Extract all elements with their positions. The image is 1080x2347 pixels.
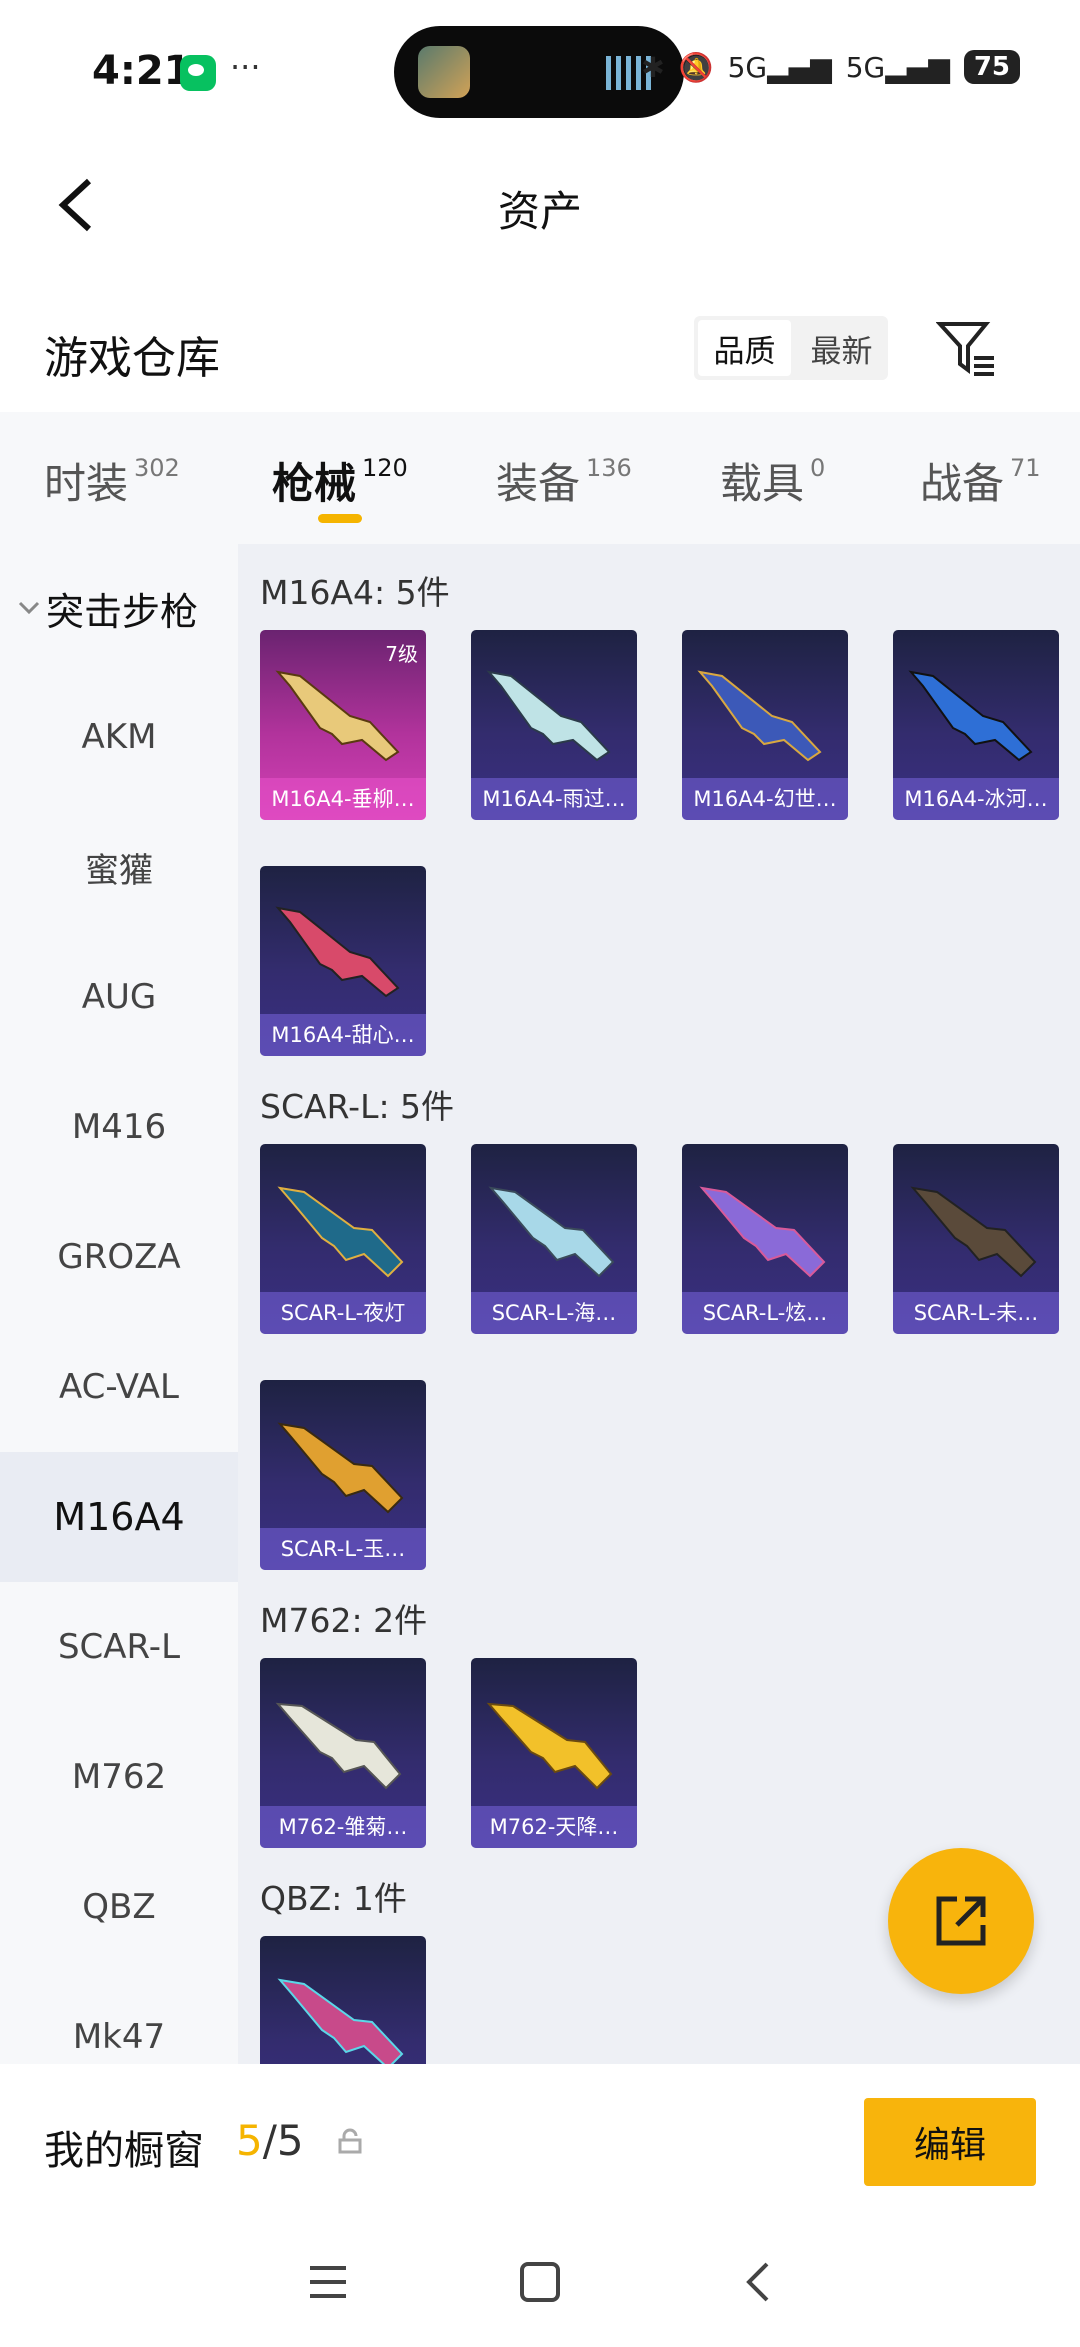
- more-notifications-icon: ···: [230, 48, 261, 86]
- weapon-side-nav: 突击步枪 AKM 蜜獾 AUG M416 GROZA AC-VAL M16A4 …: [0, 544, 238, 2064]
- weapon-card[interactable]: 7级 M16A4-垂柳…: [260, 630, 426, 820]
- signal-icon-2: 5G▂▄▆: [845, 50, 950, 84]
- weapon-name: M16A4-垂柳…: [260, 778, 426, 820]
- tab-equipment[interactable]: 装备 136: [496, 450, 632, 511]
- edit-button[interactable]: 编辑: [864, 2098, 1036, 2186]
- share-button[interactable]: [888, 1848, 1034, 1994]
- showcase-title: 我的橱窗: [44, 2128, 204, 2174]
- weapon-card[interactable]: M16A4-雨过…: [471, 630, 637, 820]
- menu-button[interactable]: [300, 2254, 356, 2310]
- rifle-icon: [486, 670, 611, 762]
- weapon-name: SCAR-L-未…: [893, 1292, 1059, 1334]
- weapon-name: SCAR-L-夜灯: [260, 1292, 426, 1334]
- menu-icon: [310, 2266, 346, 2298]
- showcase-count: 5/5: [236, 2116, 304, 2165]
- chevron-down-icon: [18, 601, 40, 615]
- side-item-m762[interactable]: M762: [0, 1712, 238, 1842]
- system-back-button[interactable]: [730, 2254, 786, 2310]
- sort-quality-button[interactable]: 品质: [698, 320, 791, 376]
- weapon-card[interactable]: M16A4-甜心…: [260, 866, 426, 1056]
- app-header: 资产: [0, 150, 1080, 260]
- side-item-scar-l[interactable]: SCAR-L: [0, 1582, 238, 1712]
- side-item-m416[interactable]: M416: [0, 1062, 238, 1192]
- tab-vehicles[interactable]: 载具 0: [720, 450, 825, 511]
- status-time: 4:21: [92, 48, 192, 94]
- active-tab-indicator: [318, 514, 362, 523]
- side-item-qbz[interactable]: QBZ: [0, 1842, 238, 1972]
- side-item-honey-badger[interactable]: 蜜獾: [0, 802, 238, 932]
- rifle-icon: [910, 1186, 1037, 1278]
- filter-button[interactable]: [935, 318, 998, 380]
- rifle-icon: [277, 1422, 404, 1514]
- section-title-m16a4: M16A4: 5件: [260, 573, 450, 612]
- system-nav-bar: [0, 2218, 1080, 2347]
- tab-fashion[interactable]: 时装 302: [44, 450, 180, 511]
- tab-supplies[interactable]: 战备 71: [920, 450, 1041, 511]
- signal-icon: 5G▂▄▆: [727, 50, 832, 84]
- sort-latest-button[interactable]: 最新: [795, 316, 888, 380]
- weapon-name: SCAR-L-海…: [471, 1292, 637, 1334]
- weapon-name: M16A4-雨过…: [471, 778, 637, 820]
- sort-toggle: 品质 最新: [694, 316, 888, 380]
- filter-icon: [935, 322, 994, 376]
- side-item-m16a4[interactable]: M16A4: [0, 1452, 238, 1582]
- section-title-scar-l: SCAR-L: 5件: [260, 1087, 455, 1126]
- weapon-card[interactable]: SCAR-L-炫…: [682, 1144, 848, 1334]
- weapon-card[interactable]: [260, 1936, 426, 2064]
- media-thumbnail: [418, 46, 470, 98]
- weapon-card[interactable]: SCAR-L-海…: [471, 1144, 637, 1334]
- wechat-notification-icon: [180, 55, 216, 91]
- rifle-icon: [275, 1702, 402, 1790]
- status-bar: 4:21 ··· ✱ 🔕 5G▂▄▆ 5G▂▄▆ 75: [0, 0, 1080, 140]
- battery-icon: 75: [963, 50, 1020, 84]
- side-item-groza[interactable]: GROZA: [0, 1192, 238, 1322]
- rifle-icon: [486, 1702, 613, 1790]
- weapon-name: SCAR-L-炫…: [682, 1292, 848, 1334]
- side-item-akm[interactable]: AKM: [0, 672, 238, 802]
- side-item-aug[interactable]: AUG: [0, 932, 238, 1062]
- weapon-card[interactable]: SCAR-L-未…: [893, 1144, 1059, 1334]
- section-title-m762: M762: 2件: [260, 1601, 428, 1640]
- weapon-card[interactable]: M16A4-冰河…: [893, 630, 1059, 820]
- weapon-card[interactable]: SCAR-L-玉…: [260, 1380, 426, 1570]
- tab-firearms[interactable]: 枪械 120: [272, 450, 408, 511]
- rifle-icon: [275, 670, 400, 762]
- weapon-name: SCAR-L-玉…: [260, 1528, 426, 1570]
- rifle-icon: [697, 670, 822, 762]
- home-button[interactable]: [512, 2254, 568, 2310]
- category-tabs: 时装 302 枪械 120 装备 136 载具 0 战备 71: [0, 412, 1080, 544]
- lock-icon: [338, 2128, 362, 2154]
- weapon-card[interactable]: M762-天降…: [471, 1658, 637, 1848]
- side-group-assault-rifles[interactable]: 突击步枪: [0, 578, 238, 638]
- weapon-card[interactable]: M762-雏菊…: [260, 1658, 426, 1848]
- warehouse-title: 游戏仓库: [44, 333, 220, 384]
- mute-bell-icon: 🔕: [678, 50, 714, 84]
- weapon-name: M16A4-幻世…: [682, 778, 848, 820]
- weapon-name: M16A4-甜心…: [260, 1014, 426, 1056]
- share-icon: [936, 1896, 986, 1946]
- rifle-icon: [277, 1978, 404, 2064]
- section-title-qbz: QBZ: 1件: [260, 1879, 407, 1918]
- chevron-left-icon: [746, 2262, 769, 2302]
- rifle-icon: [488, 1186, 615, 1278]
- rifle-icon: [699, 1186, 826, 1278]
- home-square-icon: [520, 2262, 560, 2302]
- weapon-name: M16A4-冰河…: [893, 778, 1059, 820]
- rifle-icon: [908, 670, 1033, 762]
- rifle-icon: [275, 906, 400, 998]
- showcase-bar: 我的橱窗 5/5 编辑: [0, 2066, 1080, 2218]
- side-item-ac-val[interactable]: AC-VAL: [0, 1322, 238, 1452]
- weapon-name: M762-天降…: [471, 1806, 637, 1848]
- bluetooth-icon: ✱: [641, 50, 665, 84]
- warehouse-header: 游戏仓库 品质 最新: [0, 300, 1080, 400]
- system-status-icons: ✱ 🔕 5G▂▄▆ 5G▂▄▆ 75: [641, 50, 1020, 84]
- weapon-grid: M16A4: 5件 7级 M16A4-垂柳… M16A4-雨过… M16A4-幻…: [238, 544, 1080, 2064]
- rifle-icon: [277, 1186, 404, 1278]
- weapon-card[interactable]: M16A4-幻世…: [682, 630, 848, 820]
- weapon-card[interactable]: SCAR-L-夜灯: [260, 1144, 426, 1334]
- weapon-name: M762-雏菊…: [260, 1806, 426, 1848]
- page-title: 资产: [497, 187, 582, 236]
